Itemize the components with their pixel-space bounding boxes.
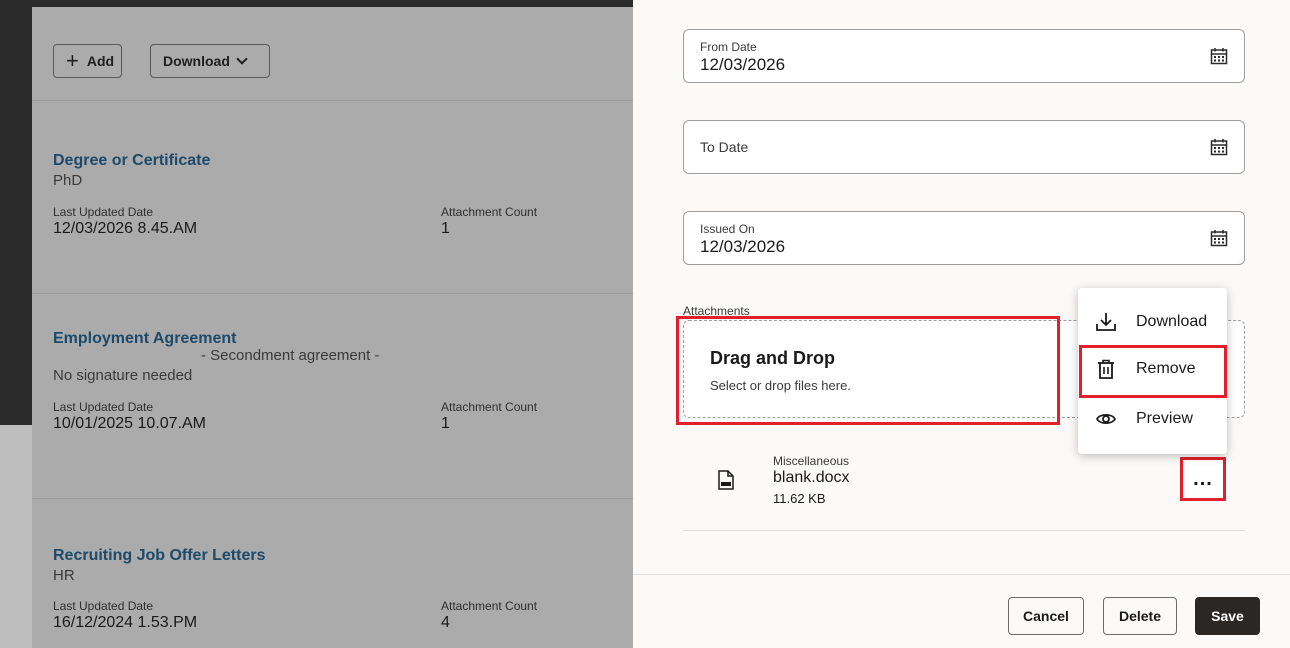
card-subtitle-mid: - Secondment agreement - [201,347,380,364]
cancel-button[interactable]: Cancel [1008,597,1084,635]
attachment-count-label: Attachment Count [441,205,538,219]
last-updated-label: Last Updated Date [53,205,154,219]
issued-on-value[interactable]: 12/03/2026 [700,237,785,257]
attachment-count-value: 1 [441,415,450,432]
plus-icon: + [66,48,79,73]
attachment-count-value: 4 [441,614,450,631]
edit-document-drawer: From Date 12/03/2026 To Date Issued On 1… [633,0,1290,648]
add-button-label: Add [86,53,115,69]
last-updated-label: Last Updated Date [53,599,154,613]
from-date-field[interactable]: From Date 12/03/2026 [683,29,1245,83]
calendar-icon[interactable] [1210,229,1228,247]
card-title[interactable]: Employment Agreement [53,330,236,348]
documents-list-pane: + Add Download Degree or Certificate PhD… [32,7,633,648]
calendar-icon[interactable] [1210,47,1228,65]
eye-icon [1095,413,1117,425]
add-button[interactable]: + Add [53,44,122,78]
issued-on-field[interactable]: Issued On 12/03/2026 [683,211,1245,265]
card-title[interactable]: Recruiting Job Offer Letters [53,547,265,565]
file-name[interactable]: blank.docx [773,469,850,487]
issued-on-label: Issued On [700,222,755,236]
download-menu-button[interactable]: Download [150,44,270,78]
menu-item-download[interactable]: Download [1078,298,1227,346]
remove-highlight-box [1079,345,1227,398]
more-actions-button[interactable]: ... [1180,457,1226,501]
download-icon [1096,313,1116,331]
to-date-field[interactable]: To Date [683,120,1245,174]
from-date-value[interactable]: 12/03/2026 [700,55,785,75]
attachment-count-value: 1 [441,220,450,237]
last-updated-label: Last Updated Date [53,400,154,414]
download-button-label: Download [163,53,230,69]
document-file-icon [718,470,734,490]
last-updated-value: 10/01/2025 10.07.AM [53,415,207,432]
attachment-count-label: Attachment Count [441,400,538,414]
list-toolbar: + Add Download [32,7,633,101]
save-button[interactable]: Save [1195,597,1260,635]
dropzone-highlight-box [676,316,1060,425]
overlay-edge [0,425,32,648]
document-card[interactable]: Recruiting Job Offer Letters HR Last Upd… [32,500,633,648]
menu-item-preview-label: Preview [1136,410,1193,427]
card-subtitle: No signature needed [53,367,193,384]
file-category: Miscellaneous [773,454,850,468]
to-date-label: To Date [700,139,749,155]
last-updated-value: 12/03/2026 8.45.AM [53,220,198,237]
attachment-file-row[interactable]: Miscellaneous blank.docx 11.62 KB [683,445,1245,531]
document-card[interactable]: Employment Agreement - Secondment agreem… [32,295,633,499]
document-card[interactable]: Degree or Certificate PhD Last Updated D… [32,102,633,294]
calendar-icon[interactable] [1210,138,1228,156]
delete-button[interactable]: Delete [1103,597,1177,635]
card-subtitle: PhD [53,172,83,189]
attachment-count-label: Attachment Count [441,599,538,613]
from-date-label: From Date [700,40,757,54]
card-subtitle: HR [53,567,75,584]
card-title[interactable]: Degree or Certificate [53,152,210,170]
last-updated-value: 16/12/2024 1.53.PM [53,614,198,631]
menu-item-download-label: Download [1136,313,1208,330]
menu-item-preview[interactable]: Preview [1078,395,1227,443]
file-size: 11.62 KB [773,491,826,506]
drawer-footer: Cancel Delete Save [633,574,1290,648]
chevron-down-icon [236,53,248,65]
